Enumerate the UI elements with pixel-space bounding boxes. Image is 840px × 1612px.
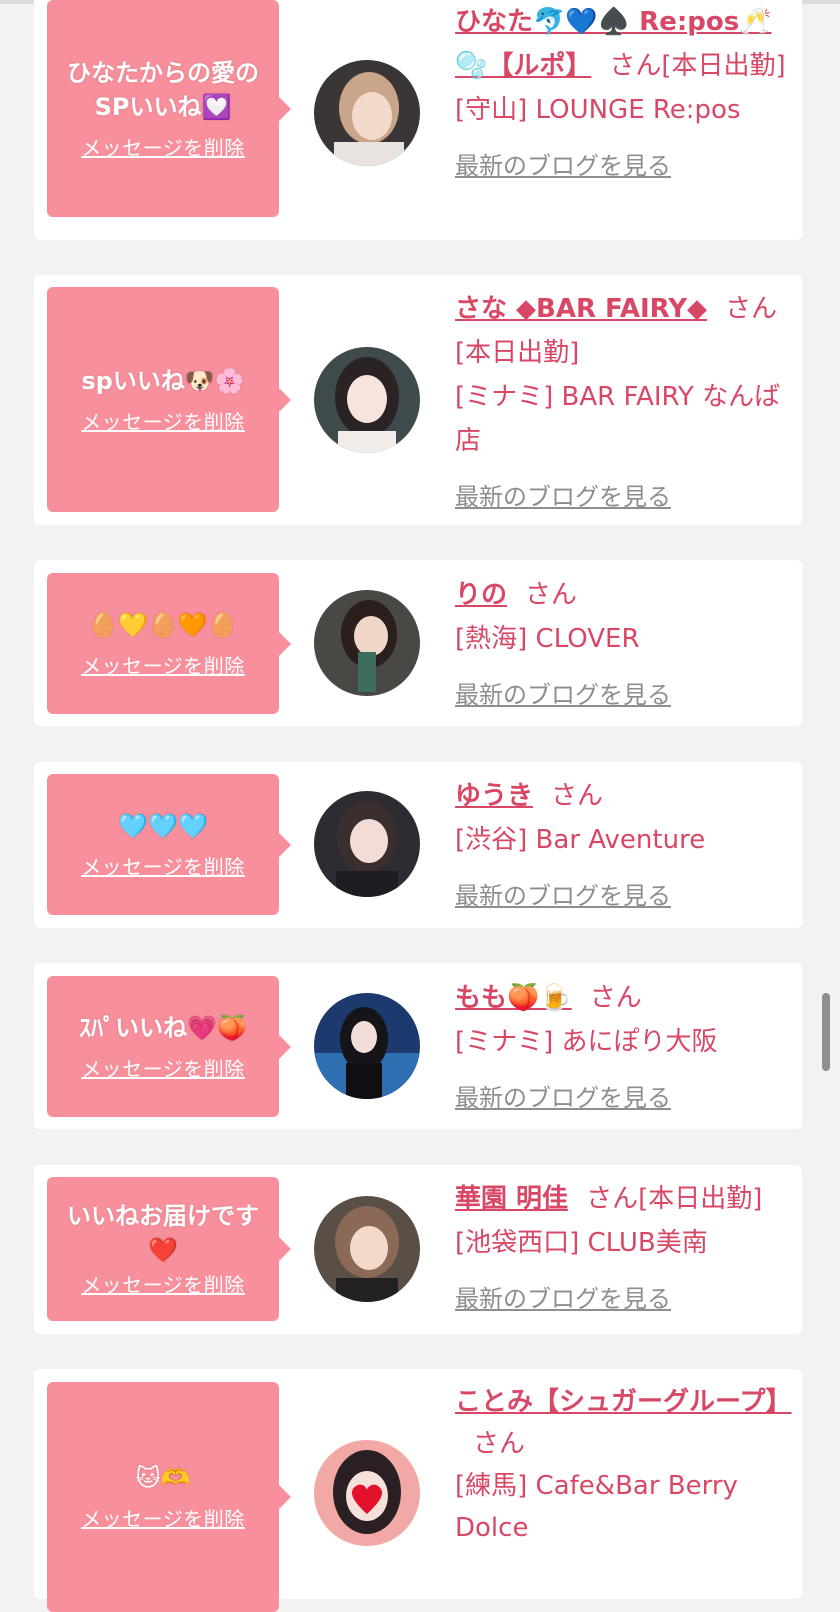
cast-name-link[interactable]: さな ◆BAR FAIRY◆: [455, 294, 707, 324]
avatar[interactable]: [314, 993, 420, 1099]
message-bubble: ｽﾊﾟいいね💗🍑 メッセージを削除: [47, 976, 291, 1117]
delete-message-link[interactable]: メッセージを削除: [81, 652, 245, 680]
message-bubble: ひなたからの愛のSPいいね💟 メッセージを削除: [47, 0, 291, 217]
cast-name-link[interactable]: りの: [455, 580, 507, 610]
work-status: [本日出勤]: [638, 1184, 763, 1214]
avatar[interactable]: [314, 60, 420, 166]
shop-name: [練馬] Cafe&Bar Berry Dolce: [455, 1471, 738, 1543]
latest-blog-link[interactable]: 最新のブログを見る: [455, 874, 671, 918]
delete-message-link[interactable]: メッセージを削除: [81, 408, 245, 436]
message-bubble: 🐱🫶 メッセージを削除: [47, 1382, 291, 1612]
like-message-card: 🐱🫶 メッセージを削除 ことみ【シュガーグループ】さん [練馬] Cafe&Ba…: [34, 1369, 802, 1612]
cast-info: ことみ【シュガーグループ】さん [練馬] Cafe&Bar Berry Dolc…: [455, 1381, 791, 1549]
message-text: いいねお届けです❤️: [67, 1202, 259, 1264]
message-bubble: 🥚💛🥚🧡🥚 メッセージを削除: [47, 573, 291, 714]
cast-name-link[interactable]: 華園 明佳: [455, 1184, 568, 1214]
latest-blog-link[interactable]: 最新のブログを見る: [455, 1277, 671, 1321]
avatar[interactable]: [314, 791, 420, 897]
avatar[interactable]: [314, 347, 420, 453]
delete-message-link[interactable]: メッセージを削除: [81, 134, 245, 162]
honorific: さん: [586, 1184, 639, 1214]
shop-name: [渋谷] Bar Aventure: [455, 825, 706, 855]
like-message-card: いいねお届けです❤️ メッセージを削除 華園 明佳 さん[本日出勤] [池袋西口]…: [34, 1165, 802, 1334]
message-bubble: 🩵🩵🩵 メッセージを削除: [47, 774, 291, 915]
like-message-card: spいいね🐶🌸 メッセージを削除 さな ◆BAR FAIRY◆ さん [本日出勤]…: [34, 275, 802, 525]
shop-name: [ミナミ] BAR FAIRY なんば店: [455, 382, 781, 456]
message-text: 🥚💛🥚🧡🥚: [88, 610, 238, 639]
work-status: [本日出勤]: [455, 338, 580, 368]
message-text: ひなたからの愛のSPいいね💟: [67, 58, 259, 121]
cast-info: 華園 明佳 さん[本日出勤] [池袋西口] CLUB美南 最新のブログを見る: [455, 1177, 790, 1321]
honorific: さん: [525, 580, 578, 610]
cast-info: ゆうき さん [渋谷] Bar Aventure 最新のブログを見る: [455, 774, 790, 918]
cast-info: りの さん [熱海] CLOVER 最新のブログを見る: [455, 573, 790, 717]
avatar[interactable]: [314, 590, 420, 696]
cast-name-link[interactable]: ゆうき: [455, 781, 533, 811]
latest-blog-link[interactable]: 最新のブログを見る: [455, 144, 671, 188]
message-bubble: いいねお届けです❤️ メッセージを削除: [47, 1177, 291, 1321]
shop-name: [守山] LOUNGE Re:pos: [455, 95, 741, 125]
delete-message-link[interactable]: メッセージを削除: [81, 1271, 245, 1299]
latest-blog-link[interactable]: 最新のブログを見る: [455, 673, 671, 717]
delete-message-link[interactable]: メッセージを削除: [81, 1055, 245, 1083]
scrollbar-thumb[interactable]: [822, 993, 830, 1071]
cast-info: ひなた🐬💙♠️ Re:pos🥂🫧【ルポ】 さん[本日出勤] [守山] LOUNGE…: [455, 0, 790, 188]
cast-name-link[interactable]: もも🍑🍺: [455, 983, 572, 1013]
latest-blog-link[interactable]: 最新のブログを見る: [455, 1076, 671, 1120]
cast-info: さな ◆BAR FAIRY◆ さん [本日出勤] [ミナミ] BAR FAIRY …: [455, 287, 790, 519]
shop-name: [ミナミ] あにぽり大阪: [455, 1027, 718, 1057]
message-text: 🩵🩵🩵: [118, 811, 208, 840]
honorific: さん: [589, 983, 642, 1013]
like-message-card: 🩵🩵🩵 メッセージを削除 ゆうき さん [渋谷] Bar Aventure 最新の…: [34, 762, 802, 928]
shop-name: [熱海] CLOVER: [455, 624, 640, 654]
delete-message-link[interactable]: メッセージを削除: [81, 853, 245, 881]
honorific: さん: [609, 51, 662, 81]
like-message-card: 🥚💛🥚🧡🥚 メッセージを削除 りの さん [熱海] CLOVER 最新のブログを見…: [34, 560, 802, 726]
message-text: spいいね🐶🌸: [81, 366, 245, 395]
cast-info: もも🍑🍺 さん [ミナミ] あにぽり大阪 最新のブログを見る: [455, 976, 790, 1120]
delete-message-link[interactable]: メッセージを削除: [81, 1505, 245, 1533]
latest-blog-link[interactable]: 最新のブログを見る: [455, 475, 671, 519]
shop-name: [池袋西口] CLUB美南: [455, 1228, 708, 1258]
avatar[interactable]: [314, 1196, 420, 1302]
message-bubble: spいいね🐶🌸 メッセージを削除: [47, 287, 291, 512]
work-status: [本日出勤]: [661, 51, 786, 81]
cast-name-link[interactable]: ことみ【シュガーグループ】: [455, 1387, 791, 1417]
message-text: 🐱🫶: [135, 1464, 191, 1492]
honorific: さん: [725, 294, 778, 324]
honorific: さん: [551, 781, 604, 811]
like-message-card: ひなたからの愛のSPいいね💟 メッセージを削除 ひなた🐬💙♠️ Re:pos🥂🫧…: [34, 0, 802, 240]
message-text: ｽﾊﾟいいね💗🍑: [79, 1013, 247, 1042]
like-message-card: ｽﾊﾟいいね💗🍑 メッセージを削除 もも🍑🍺 さん [ミナミ] あにぽり大阪 最新…: [34, 963, 802, 1129]
honorific: さん: [473, 1429, 526, 1459]
avatar[interactable]: [314, 1440, 420, 1546]
